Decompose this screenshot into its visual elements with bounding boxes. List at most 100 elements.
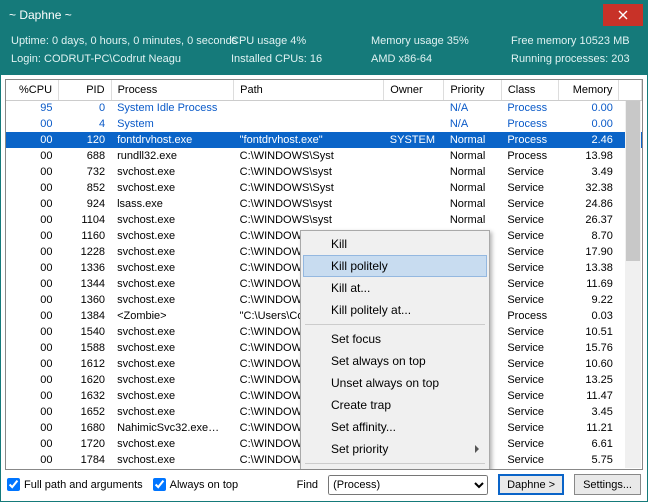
- table-cell[interactable]: 00: [6, 276, 59, 292]
- table-cell[interactable]: 00: [6, 228, 59, 244]
- table-cell[interactable]: C:\WINDOWS\Syst: [234, 180, 384, 196]
- table-cell[interactable]: Service: [501, 468, 559, 470]
- menu-set-affinity[interactable]: Set affinity...: [303, 416, 487, 438]
- table-cell[interactable]: Normal: [444, 212, 502, 228]
- table-row[interactable]: 00924lsass.exeC:\WINDOWS\systNormalServi…: [6, 196, 642, 212]
- table-cell[interactable]: Service: [501, 340, 559, 356]
- menu-create-trap[interactable]: Create trap: [303, 394, 487, 416]
- table-cell[interactable]: 2.46: [559, 132, 619, 148]
- menu-kill[interactable]: Kill: [303, 233, 487, 255]
- table-cell[interactable]: [619, 468, 642, 470]
- table-cell[interactable]: 1652: [59, 404, 112, 420]
- table-cell[interactable]: svchost.exe: [111, 228, 234, 244]
- table-cell[interactable]: 8.70: [559, 228, 619, 244]
- close-button[interactable]: [603, 4, 643, 26]
- table-cell[interactable]: 11.47: [559, 388, 619, 404]
- table-cell[interactable]: fontdrvhost.exe: [111, 132, 234, 148]
- table-cell[interactable]: 1540: [59, 324, 112, 340]
- table-cell[interactable]: 00: [6, 436, 59, 452]
- menu-set-always-top[interactable]: Set always on top: [303, 350, 487, 372]
- col-priority[interactable]: Priority: [444, 80, 502, 100]
- table-cell[interactable]: 00: [6, 180, 59, 196]
- table-cell[interactable]: [384, 148, 444, 164]
- table-cell[interactable]: 00: [6, 148, 59, 164]
- table-cell[interactable]: 10.63: [559, 468, 619, 470]
- table-cell[interactable]: [384, 164, 444, 180]
- table-cell[interactable]: 1632: [59, 388, 112, 404]
- table-cell[interactable]: svchost.exe: [111, 356, 234, 372]
- table-row[interactable]: 950System Idle ProcessN/AProcess0.00: [6, 100, 642, 116]
- table-cell[interactable]: 11.21: [559, 420, 619, 436]
- table-row[interactable]: 00732svchost.exeC:\WINDOWS\systNormalSer…: [6, 164, 642, 180]
- table-cell[interactable]: 00: [6, 420, 59, 436]
- table-cell[interactable]: 32.38: [559, 180, 619, 196]
- table-cell[interactable]: 11.69: [559, 276, 619, 292]
- table-cell[interactable]: 00: [6, 292, 59, 308]
- table-cell[interactable]: Service: [501, 212, 559, 228]
- table-cell[interactable]: [384, 196, 444, 212]
- table-cell[interactable]: C:\WINDOWS\syst: [234, 212, 384, 228]
- table-cell[interactable]: 00: [6, 340, 59, 356]
- table-cell[interactable]: [384, 116, 444, 132]
- table-cell[interactable]: 1160: [59, 228, 112, 244]
- table-cell[interactable]: svchost.exe: [111, 276, 234, 292]
- table-row[interactable]: 00688rundll32.exeC:\WINDOWS\SystNormalPr…: [6, 148, 642, 164]
- table-cell[interactable]: 5.75: [559, 452, 619, 468]
- table-cell[interactable]: Service: [501, 356, 559, 372]
- table-cell[interactable]: 00: [6, 356, 59, 372]
- table-cell[interactable]: svchost.exe: [111, 292, 234, 308]
- table-cell[interactable]: 0.00: [559, 100, 619, 116]
- table-cell[interactable]: 6.61: [559, 436, 619, 452]
- table-cell[interactable]: 00: [6, 404, 59, 420]
- table-cell[interactable]: Service: [501, 164, 559, 180]
- col-memory[interactable]: Memory: [559, 80, 619, 100]
- table-cell[interactable]: Normal: [444, 164, 502, 180]
- table-cell[interactable]: SYSTEM: [384, 132, 444, 148]
- table-cell[interactable]: 1620: [59, 372, 112, 388]
- table-cell[interactable]: svchost.exe: [111, 372, 234, 388]
- menu-kill-politely-at[interactable]: Kill politely at...: [303, 299, 487, 321]
- col-owner[interactable]: Owner: [384, 80, 444, 100]
- col-path[interactable]: Path: [234, 80, 384, 100]
- table-cell[interactable]: 0.00: [559, 116, 619, 132]
- full-path-checkbox[interactable]: Full path and arguments: [7, 478, 143, 491]
- table-cell[interactable]: 13.98: [559, 148, 619, 164]
- always-top-checkbox[interactable]: Always on top: [153, 478, 238, 491]
- table-cell[interactable]: Normal: [444, 196, 502, 212]
- table-cell[interactable]: svchost.exe: [111, 164, 234, 180]
- table-cell[interactable]: 1344: [59, 276, 112, 292]
- table-cell[interactable]: 3.49: [559, 164, 619, 180]
- table-cell[interactable]: 13.38: [559, 260, 619, 276]
- table-cell[interactable]: svchost.exe: [111, 340, 234, 356]
- table-cell[interactable]: NahimicSvc32.exe…: [111, 420, 234, 436]
- table-cell[interactable]: svchost.exe: [111, 468, 234, 470]
- table-cell[interactable]: System: [111, 116, 234, 132]
- table-row[interactable]: 004SystemN/AProcess0.00: [6, 116, 642, 132]
- table-cell[interactable]: Service: [501, 420, 559, 436]
- table-cell[interactable]: svchost.exe: [111, 388, 234, 404]
- table-cell[interactable]: svchost.exe: [111, 260, 234, 276]
- table-row[interactable]: 00120fontdrvhost.exe"fontdrvhost.exe"SYS…: [6, 132, 642, 148]
- table-cell[interactable]: 00: [6, 388, 59, 404]
- table-cell[interactable]: [384, 180, 444, 196]
- table-cell[interactable]: <Zombie>: [111, 308, 234, 324]
- table-cell[interactable]: Process: [501, 116, 559, 132]
- table-cell[interactable]: [234, 100, 384, 116]
- table-cell[interactable]: 00: [6, 260, 59, 276]
- table-cell[interactable]: 1828: [59, 468, 112, 470]
- table-cell[interactable]: Normal: [444, 132, 502, 148]
- table-cell[interactable]: 26.37: [559, 212, 619, 228]
- table-cell[interactable]: 00: [6, 324, 59, 340]
- table-cell[interactable]: [384, 100, 444, 116]
- table-cell[interactable]: rundll32.exe: [111, 148, 234, 164]
- table-cell[interactable]: Normal: [444, 148, 502, 164]
- table-cell[interactable]: 1336: [59, 260, 112, 276]
- table-cell[interactable]: N/A: [444, 100, 502, 116]
- table-cell[interactable]: 4: [59, 116, 112, 132]
- table-cell[interactable]: Normal: [444, 180, 502, 196]
- table-cell[interactable]: 13.25: [559, 372, 619, 388]
- table-cell[interactable]: 1588: [59, 340, 112, 356]
- table-cell[interactable]: svchost.exe: [111, 404, 234, 420]
- table-cell[interactable]: 120: [59, 132, 112, 148]
- table-cell[interactable]: C:\WINDOWS\syst: [234, 196, 384, 212]
